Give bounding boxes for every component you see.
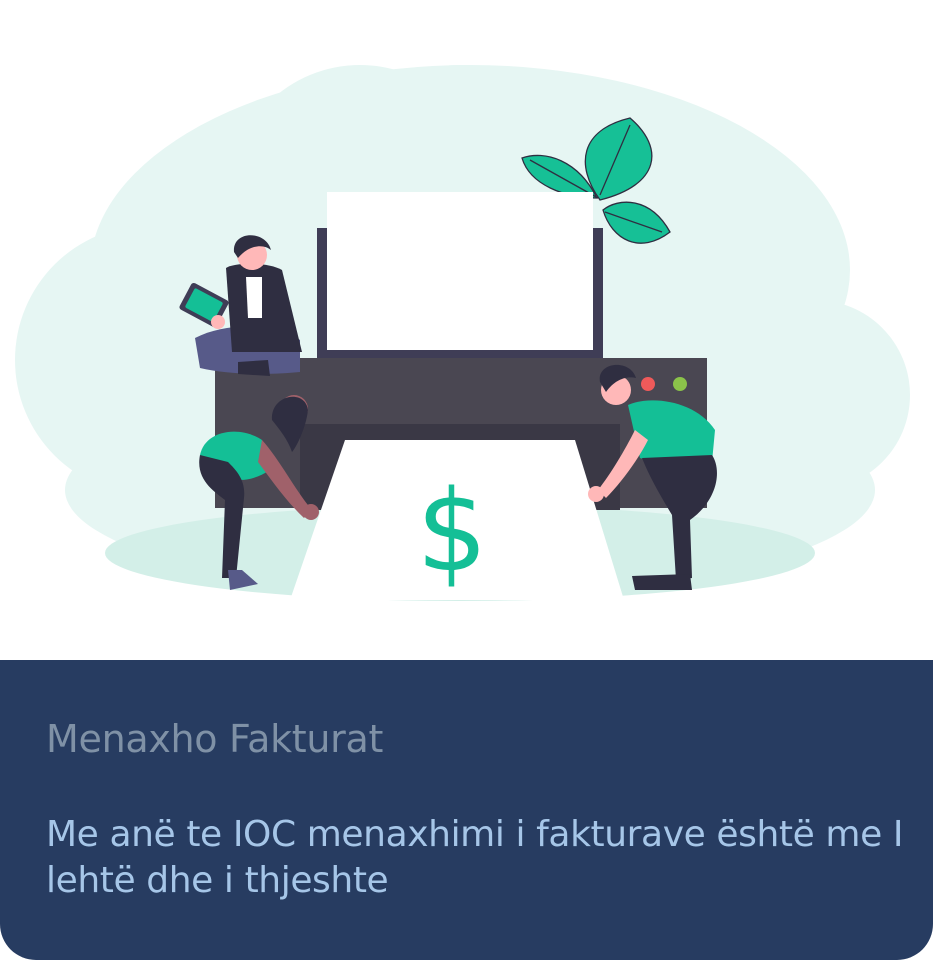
monitor	[317, 192, 603, 358]
dollar-icon: $	[416, 467, 487, 597]
printer-red-light	[641, 377, 655, 391]
card-title: Menaxho Fakturat	[46, 717, 384, 761]
printer-green-light	[673, 377, 687, 391]
feature-card: $ Menaxho Fakturat Me anë te IOC menaxhi…	[0, 0, 933, 960]
info-panel: Menaxho Fakturat Me anë te IOC menaxhimi…	[0, 660, 933, 960]
invoice-printer-illustration: $	[15, 65, 910, 601]
card-description: Me anë te IOC menaxhimi i fakturave ësht…	[46, 814, 904, 901]
